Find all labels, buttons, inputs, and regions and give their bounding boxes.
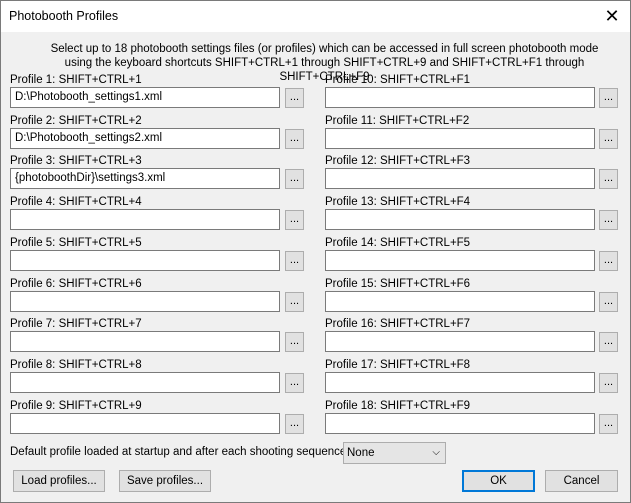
profile-15-browse-button[interactable]: ... bbox=[599, 291, 618, 312]
profile-1-label: Profile 1: SHIFT+CTRL+1 bbox=[10, 74, 142, 86]
profile-13-browse-button[interactable]: ... bbox=[599, 210, 618, 231]
profile-6-label: Profile 6: SHIFT+CTRL+6 bbox=[10, 277, 142, 290]
profile-14-path-field[interactable] bbox=[325, 249, 595, 271]
profile-1-path-field[interactable]: D:\Photobooth_settings1.xml bbox=[10, 87, 280, 108]
load-profiles-button[interactable]: Load profiles... bbox=[13, 470, 105, 492]
profile-16-browse-button[interactable]: ... bbox=[599, 332, 618, 353]
profile-9-path-field[interactable] bbox=[10, 412, 280, 434]
profile-17-browse-button[interactable]: ... bbox=[599, 372, 618, 393]
profile-12-label: Profile 12: SHIFT+CTRL+F3 bbox=[325, 155, 471, 168]
profile-4-browse-button[interactable]: ... bbox=[285, 210, 304, 231]
chevron-down-icon: ⌵ bbox=[432, 447, 440, 458]
profile-18-label: Profile 18: SHIFT+CTRL+F9 bbox=[325, 399, 471, 412]
profile-13-label: Profile 13: SHIFT+CTRL+F4 bbox=[325, 196, 471, 209]
profile-1-browse-button[interactable]: ... bbox=[285, 88, 304, 108]
profile-3-label: Profile 3: SHIFT+CTRL+3 bbox=[10, 155, 142, 168]
profile-9-browse-button[interactable]: ... bbox=[285, 413, 304, 434]
title-bar: Photobooth Profiles ✕ bbox=[1, 1, 630, 32]
profile-16-label: Profile 16: SHIFT+CTRL+F7 bbox=[325, 318, 471, 331]
profile-11-label: Profile 11: SHIFT+CTRL+F2 bbox=[325, 114, 470, 127]
profile-15-label: Profile 15: SHIFT+CTRL+F6 bbox=[325, 277, 471, 290]
photobooth-profiles-dialog: Photobooth Profiles ✕ Select up to 18 ph… bbox=[0, 0, 631, 503]
profile-2-browse-button[interactable]: ... bbox=[285, 128, 304, 149]
profile-5-path-field[interactable] bbox=[10, 249, 280, 271]
profile-16-path-field[interactable] bbox=[325, 331, 595, 353]
profile-11-path-field[interactable] bbox=[325, 127, 595, 149]
window-title: Photobooth Profiles bbox=[9, 9, 119, 23]
profile-10-browse-button[interactable]: ... bbox=[599, 88, 618, 108]
profile-8-browse-button[interactable]: ... bbox=[285, 372, 304, 393]
profile-7-browse-button[interactable]: ... bbox=[285, 332, 304, 353]
profile-8-path-field[interactable] bbox=[10, 371, 280, 393]
profile-9-label: Profile 9: SHIFT+CTRL+9 bbox=[10, 399, 142, 412]
profile-2-label: Profile 2: SHIFT+CTRL+2 bbox=[10, 114, 142, 127]
profile-17-path-field[interactable] bbox=[325, 371, 595, 393]
profile-10-path-field[interactable] bbox=[325, 87, 595, 108]
profile-2-path-field[interactable]: D:\Photobooth_settings2.xml bbox=[10, 127, 280, 149]
profile-4-path-field[interactable] bbox=[10, 209, 280, 231]
cancel-button[interactable]: Cancel bbox=[545, 470, 618, 492]
profile-14-browse-button[interactable]: ... bbox=[599, 250, 618, 271]
default-profile-select[interactable]: None ⌵ bbox=[343, 442, 446, 464]
profile-4-label: Profile 4: SHIFT+CTRL+4 bbox=[10, 196, 142, 209]
profile-14-label: Profile 14: SHIFT+CTRL+F5 bbox=[325, 236, 471, 249]
ok-button[interactable]: OK bbox=[462, 470, 535, 492]
default-profile-label: Default profile loaded at startup and af… bbox=[10, 446, 350, 458]
profile-3-path-field[interactable]: {photoboothDir}\settings3.xml bbox=[10, 168, 280, 190]
profile-18-path-field[interactable] bbox=[325, 412, 595, 434]
profile-17-label: Profile 17: SHIFT+CTRL+F8 bbox=[325, 358, 471, 371]
close-icon[interactable]: ✕ bbox=[602, 6, 622, 26]
profile-7-label: Profile 7: SHIFT+CTRL+7 bbox=[10, 318, 142, 331]
profile-11-browse-button[interactable]: ... bbox=[599, 128, 618, 149]
profile-7-path-field[interactable] bbox=[10, 331, 280, 353]
profile-5-browse-button[interactable]: ... bbox=[285, 250, 304, 271]
profile-8-label: Profile 8: SHIFT+CTRL+8 bbox=[10, 358, 142, 371]
profile-10-label: Profile 10: SHIFT+CTRL+F1 bbox=[325, 74, 471, 86]
profile-3-browse-button[interactable]: ... bbox=[285, 169, 304, 190]
profile-12-browse-button[interactable]: ... bbox=[599, 169, 618, 190]
profile-6-browse-button[interactable]: ... bbox=[285, 291, 304, 312]
profile-12-path-field[interactable] bbox=[325, 168, 595, 190]
profile-5-label: Profile 5: SHIFT+CTRL+5 bbox=[10, 236, 142, 249]
profile-13-path-field[interactable] bbox=[325, 209, 595, 231]
profile-15-path-field[interactable] bbox=[325, 290, 595, 312]
save-profiles-button[interactable]: Save profiles... bbox=[119, 470, 211, 492]
profile-18-browse-button[interactable]: ... bbox=[599, 413, 618, 434]
profile-6-path-field[interactable] bbox=[10, 290, 280, 312]
default-profile-value: None bbox=[347, 447, 375, 459]
